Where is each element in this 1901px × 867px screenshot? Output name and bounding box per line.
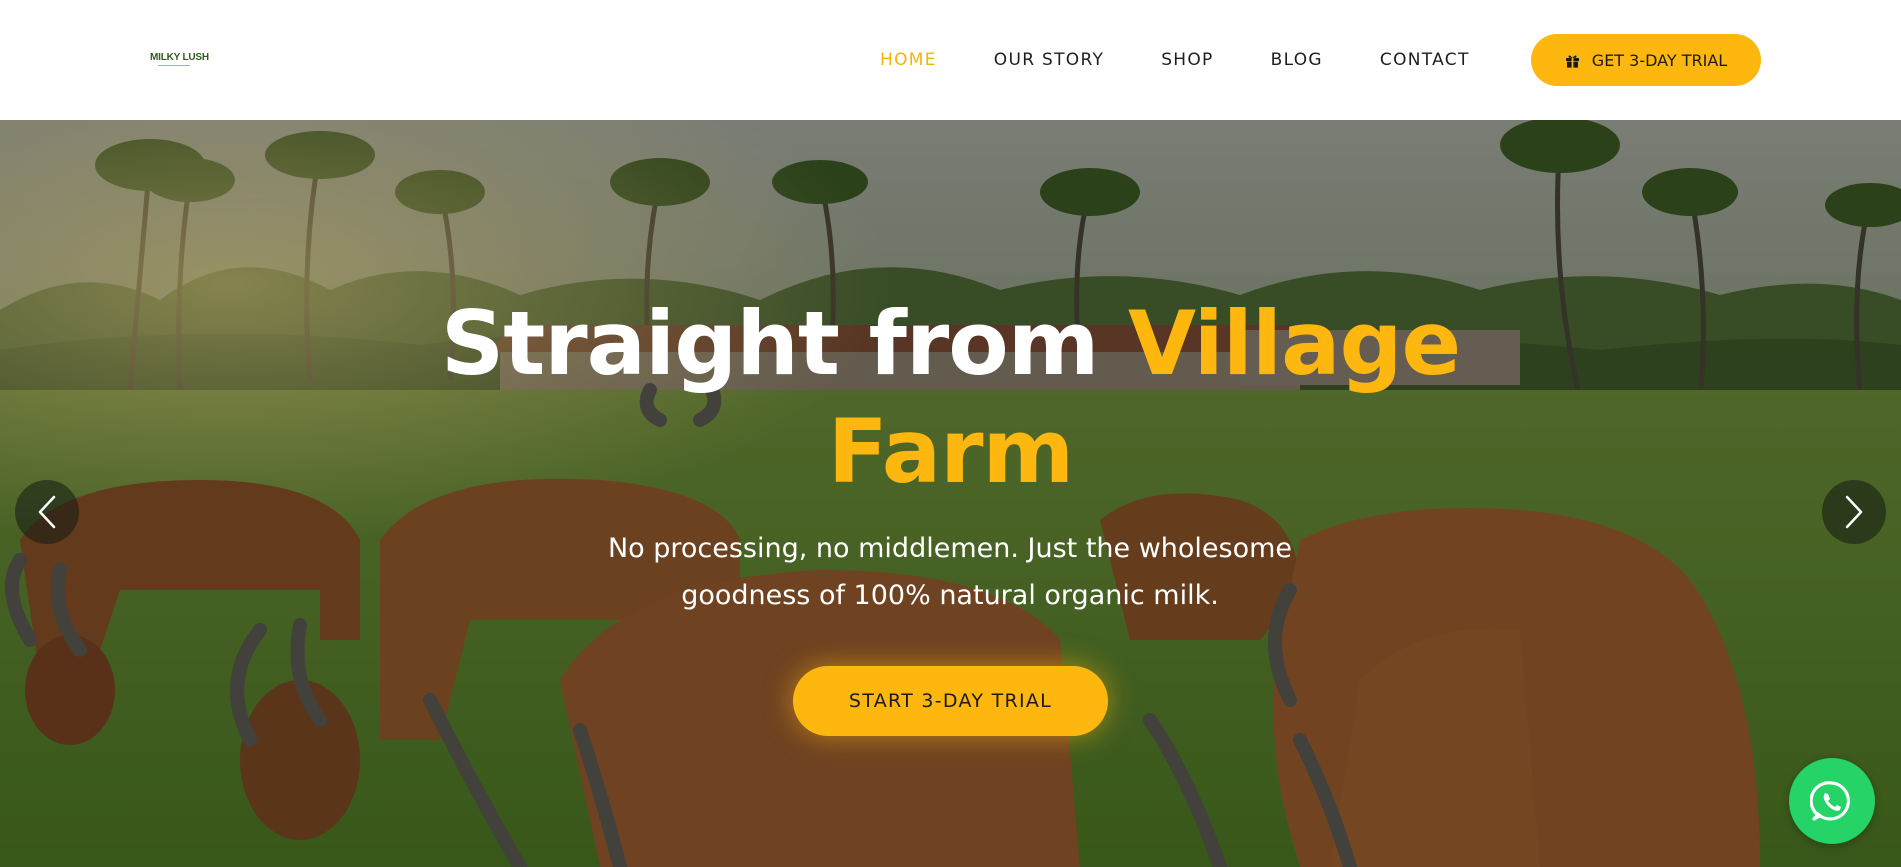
hero-slider: Straight from Village Farm No processing…	[0, 120, 1901, 867]
chevron-left-icon	[38, 495, 56, 529]
nav-item-contact[interactable]: CONTACT	[1380, 50, 1470, 70]
nav-item-shop[interactable]: SHOP	[1161, 50, 1213, 70]
hero-subtitle: No processing, no middlemen. Just the wh…	[607, 533, 1293, 611]
chevron-right-icon	[1845, 495, 1863, 529]
gift-icon	[1565, 53, 1580, 68]
main-nav: HOME OUR STORY SHOP BLOG CONTACT	[880, 0, 1470, 120]
nav-item-our-story[interactable]: OUR STORY	[994, 50, 1104, 70]
brand-logo[interactable]: MILKY LUSH	[150, 52, 209, 63]
logo-tagline-line	[158, 65, 190, 66]
nav-item-blog[interactable]: BLOG	[1271, 50, 1323, 70]
whatsapp-icon	[1810, 781, 1850, 821]
hero-heading-accent-1: Village	[1128, 292, 1461, 395]
get-trial-button[interactable]: GET 3-DAY TRIAL	[1531, 34, 1761, 86]
get-trial-label: GET 3-DAY TRIAL	[1591, 50, 1728, 70]
whatsapp-chat-button[interactable]	[1789, 758, 1875, 844]
slider-prev-button[interactable]	[15, 480, 79, 544]
hero-heading-accent-2: Farm	[827, 400, 1074, 503]
hero-heading-part1: Straight from	[440, 292, 1129, 395]
start-trial-button[interactable]: START 3-DAY TRIAL	[793, 666, 1108, 736]
nav-item-home[interactable]: HOME	[880, 50, 937, 70]
slider-next-button[interactable]	[1822, 480, 1886, 544]
hero-heading: Straight from Village Farm	[0, 290, 1901, 506]
site-header: MILKY LUSH HOME OUR STORY SHOP BLOG CONT…	[0, 0, 1901, 120]
